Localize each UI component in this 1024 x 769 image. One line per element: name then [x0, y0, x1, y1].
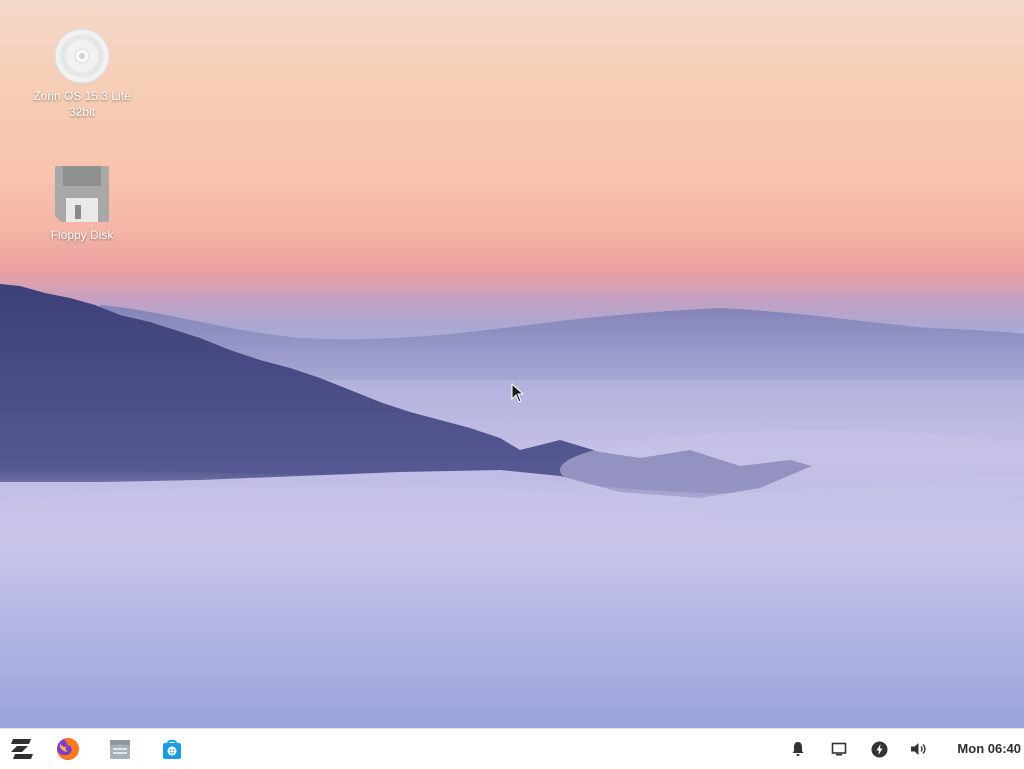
software-store-icon: [163, 739, 181, 759]
disc-icon: [54, 28, 110, 84]
display-button[interactable]: [817, 729, 861, 769]
files-launcher[interactable]: [98, 729, 142, 769]
desktop-icon-label-line2: 32bit: [68, 105, 96, 119]
volume-icon: [911, 743, 926, 755]
power-button[interactable]: [857, 729, 901, 769]
desktop-icon-zorin-disc[interactable]: Zorin OS 15.3 Lite 32bit: [17, 28, 147, 120]
software-store-launcher[interactable]: [150, 729, 194, 769]
zorin-menu-button[interactable]: [0, 729, 44, 769]
power-icon: [871, 741, 887, 757]
notification-bell-icon: [792, 742, 804, 756]
desktop[interactable]: Zorin OS 15.3 Lite 32bit Floppy Disk: [0, 0, 1024, 728]
firefox-icon: [57, 738, 79, 760]
clock[interactable]: Mon 06:40: [957, 729, 1021, 769]
wallpaper: [0, 284, 1024, 728]
floppy-disk-icon: [55, 166, 109, 222]
notifications-button[interactable]: [776, 729, 820, 769]
mouse-pointer-icon: [511, 383, 525, 403]
volume-button[interactable]: [897, 729, 941, 769]
zorin-menu-icon: [11, 739, 33, 759]
display-icon: [831, 742, 847, 756]
files-icon: [110, 740, 130, 759]
desktop-icon-label: Floppy Disk: [50, 228, 114, 242]
firefox-launcher[interactable]: [46, 729, 90, 769]
taskbar: Mon 06:40: [0, 728, 1024, 768]
desktop-icon-label: Zorin OS 15.3 Lite: [33, 89, 131, 103]
desktop-icon-floppy-disk[interactable]: Floppy Disk: [17, 165, 147, 243]
